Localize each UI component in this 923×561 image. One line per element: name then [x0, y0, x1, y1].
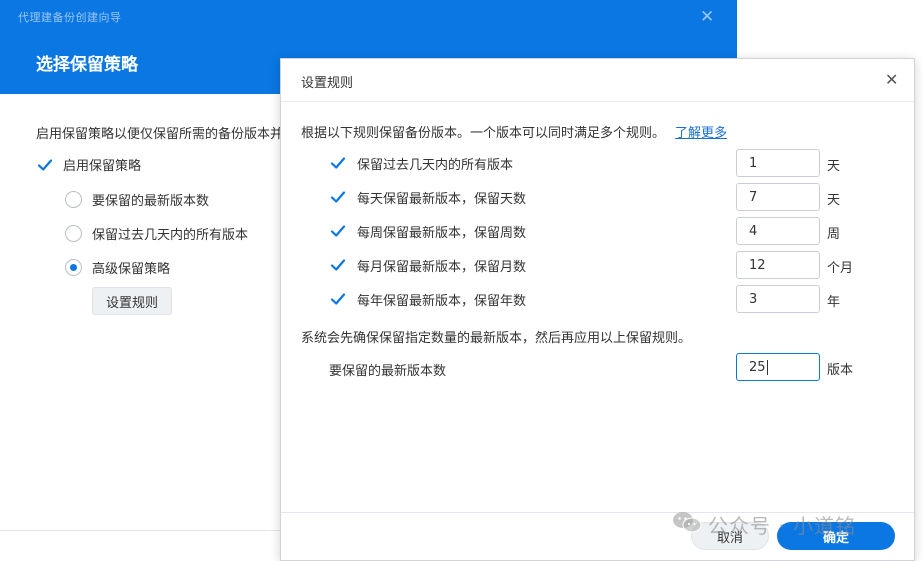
rule-unit: 天: [827, 193, 841, 208]
rule-monthly-input[interactable]: 12: [736, 251, 820, 279]
keep-latest-input[interactable]: 25: [736, 353, 820, 381]
close-icon[interactable]: ✕: [885, 71, 898, 89]
rule-weekly-input[interactable]: 4: [736, 217, 820, 245]
text-caret: [766, 359, 768, 375]
wizard-description: 启用保留策略以便仅保留所需的备份版本并: [36, 127, 284, 142]
rule-label: 每月保留最新版本，保留月数: [357, 259, 527, 275]
checkmark-icon: [329, 290, 347, 308]
enable-retention-label: 启用保留策略: [63, 159, 142, 174]
rule-weekly-checkbox[interactable]: 每周保留最新版本，保留周数: [329, 218, 526, 244]
dialog-description: 根据以下规则保留备份版本。一个版本可以同时满足多个规则。 了解更多: [301, 122, 727, 141]
checkmark-icon: [36, 156, 54, 174]
learn-more-link[interactable]: 了解更多: [675, 126, 727, 141]
rule-unit: 周: [827, 227, 841, 242]
retention-note: 系统会先确保保留指定数量的最新版本，然后再应用以上保留规则。: [301, 331, 692, 346]
wizard-page-title: 选择保留策略: [36, 55, 138, 75]
rule-monthly-checkbox[interactable]: 每月保留最新版本，保留月数: [329, 252, 526, 278]
rule-unit: 个月: [827, 261, 854, 276]
rule-label: 每周保留最新版本，保留周数: [357, 225, 527, 241]
rule-label: 每年保留最新版本，保留年数: [357, 293, 527, 309]
rule-yearly-input[interactable]: 3: [736, 285, 820, 313]
keep-latest-value: 25: [749, 359, 766, 375]
cancel-button[interactable]: 取消: [691, 522, 769, 550]
rule-daily-checkbox[interactable]: 每天保留最新版本，保留天数: [329, 184, 526, 210]
dialog-header-divider: [281, 101, 914, 102]
rule-label: 每天保留最新版本，保留天数: [357, 191, 527, 207]
dialog-title: 设置规则: [301, 76, 354, 91]
keep-latest-label: 要保留的最新版本数: [329, 364, 447, 379]
set-rules-dialog: 设置规则 ✕ 根据以下规则保留备份版本。一个版本可以同时满足多个规则。 了解更多 …: [280, 58, 915, 561]
ok-button[interactable]: 确定: [777, 522, 895, 550]
checkmark-icon: [329, 256, 347, 274]
radio-selected-icon: [65, 259, 82, 276]
radio-keep-days[interactable]: 保留过去几天内的所有版本: [65, 224, 248, 243]
enable-retention-checkbox[interactable]: 启用保留策略: [36, 155, 141, 174]
checkmark-icon: [329, 222, 347, 240]
dialog-footer-divider: [281, 512, 914, 513]
checkmark-icon: [329, 154, 347, 172]
radio-icon: [65, 225, 82, 242]
rule-yearly-checkbox[interactable]: 每年保留最新版本，保留年数: [329, 286, 526, 312]
radio-keep-latest-count[interactable]: 要保留的最新版本数: [65, 190, 209, 209]
rule-unit: 天: [827, 159, 841, 174]
rule-keep-days-checkbox[interactable]: 保留过去几天内的所有版本: [329, 150, 513, 176]
set-rules-button[interactable]: 设置规则: [92, 287, 172, 315]
description-text: 根据以下规则保留备份版本。一个版本可以同时满足多个规则。: [301, 126, 666, 141]
rule-daily-input[interactable]: 7: [736, 183, 820, 211]
wizard-window-title: 代理建备份创建向导: [18, 11, 122, 24]
keep-latest-unit: 版本: [827, 363, 854, 378]
radio-label: 保留过去几天内的所有版本: [92, 228, 249, 243]
radio-icon: [65, 191, 82, 208]
rule-label: 保留过去几天内的所有版本: [357, 157, 514, 173]
radio-label: 高级保留策略: [92, 262, 171, 277]
rule-unit: 年: [827, 295, 841, 310]
rule-keep-days-input[interactable]: 1: [736, 149, 820, 177]
checkmark-icon: [329, 188, 347, 206]
wizard-close-icon[interactable]: ✕: [700, 7, 714, 27]
radio-advanced-retention[interactable]: 高级保留策略: [65, 258, 170, 277]
radio-label: 要保留的最新版本数: [92, 194, 210, 209]
